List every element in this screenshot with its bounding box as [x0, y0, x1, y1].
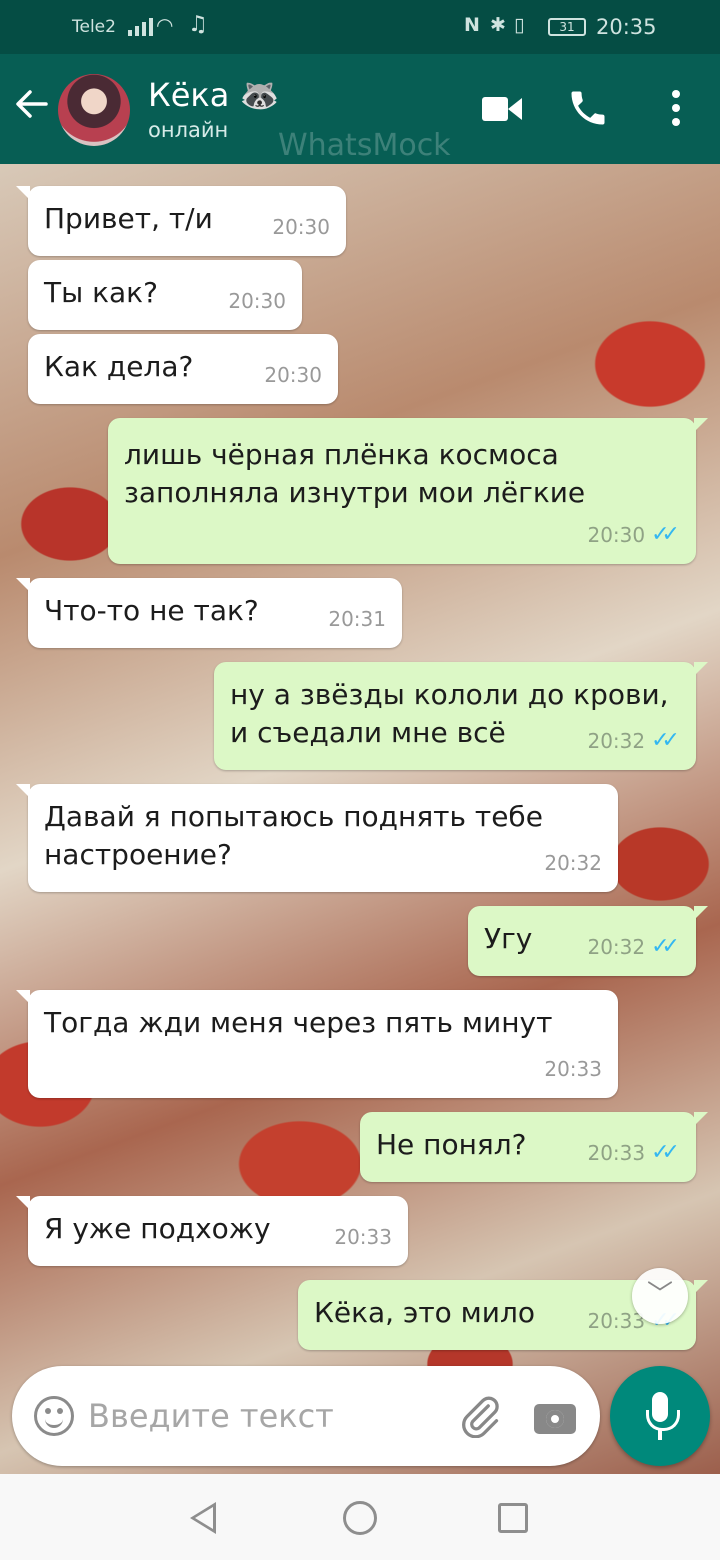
message-time: 20:33 [587, 1141, 646, 1165]
nav-home-icon[interactable] [343, 1501, 377, 1535]
chat-area[interactable]: Привет, т/и 20:30 Ты как? 20:30 Как дела… [0, 164, 720, 1474]
message-text: Ты как? [44, 276, 158, 309]
nav-recents-icon[interactable] [498, 1503, 528, 1533]
emoji-icon[interactable] [34, 1396, 74, 1436]
message-text: Кёка, это мило [314, 1296, 536, 1329]
message-time: 20:33 [544, 1057, 602, 1081]
more-options-icon[interactable] [670, 90, 682, 130]
contact-name[interactable]: Кёка 🦝 [148, 76, 279, 114]
vibrate-icon: ▯ [514, 14, 525, 36]
battery-icon: 31 [548, 18, 586, 36]
message-bubble-outgoing[interactable]: лишь чёрная плёнка космоса заполняла изн… [108, 418, 708, 564]
contact-status: онлайн [148, 118, 229, 142]
message-text: Угу [484, 922, 533, 955]
message-bubble-incoming[interactable]: Привет, т/и 20:30 [16, 186, 346, 256]
message-text: Как дела? [44, 350, 194, 383]
microphone-button[interactable] [610, 1366, 710, 1466]
message-bubble-outgoing[interactable]: Не понял? 20:33 ✓✓ [360, 1112, 708, 1182]
back-arrow-icon[interactable] [14, 86, 54, 130]
message-time: 20:32 [544, 851, 602, 875]
message-text: Привет, т/и [44, 202, 213, 235]
message-bubble-outgoing[interactable]: Угу 20:32 ✓✓ [468, 906, 708, 976]
message-bubble-outgoing[interactable]: ну а звёзды кололи до крови, и съедали м… [214, 662, 708, 770]
bluetooth-icon: ✱ [490, 14, 506, 36]
message-input[interactable] [88, 1390, 438, 1442]
message-composer [12, 1366, 600, 1466]
message-bubble-incoming[interactable]: Давай я попытаюсь поднять тебе настроени… [16, 784, 618, 892]
nav-back-icon[interactable] [190, 1502, 216, 1534]
read-receipt-icon: ✓✓ [651, 728, 680, 753]
message-text: лишь чёрная плёнка космоса заполняла изн… [124, 438, 586, 509]
system-navigation-bar [0, 1474, 720, 1560]
message-bubble-incoming[interactable]: Тогда жди меня через пять минут 20:33 [16, 990, 618, 1098]
signal-icon [128, 16, 153, 36]
message-bubble-incoming[interactable]: Ты как? 20:30 [28, 260, 302, 330]
message-bubble-incoming[interactable]: Я уже подхожу 20:33 [16, 1196, 408, 1266]
camera-icon[interactable] [534, 1396, 578, 1436]
status-time: 20:35 [596, 15, 657, 39]
message-time: 20:30 [228, 289, 286, 313]
message-bubble-incoming[interactable]: Как дела? 20:30 [28, 334, 338, 404]
read-receipt-icon: ✓✓ [651, 934, 680, 959]
chevron-down-icon: ﹀ [646, 1280, 673, 1310]
message-time: 20:32 [587, 935, 646, 959]
wifi-icon: ◠ [156, 13, 174, 37]
message-text: Тогда жди меня через пять минут [44, 1006, 553, 1039]
music-icon: ♫ [188, 12, 208, 37]
carrier-label: Tele2 [72, 17, 116, 37]
attachment-icon[interactable] [458, 1394, 502, 1439]
contact-avatar[interactable] [58, 74, 130, 146]
message-time: 20:31 [328, 607, 386, 631]
message-time: 20:30 [587, 523, 646, 547]
message-bubble-incoming[interactable]: Что-то не так? 20:31 [16, 578, 402, 648]
status-bar: Tele2 ◠ ♫ N ✱ ▯ 31 20:35 [0, 0, 720, 54]
message-time: 20:30 [264, 363, 322, 387]
message-text: Не понял? [376, 1128, 527, 1161]
message-time: 20:32 [587, 729, 646, 753]
message-time: 20:30 [272, 215, 330, 239]
read-receipt-icon: ✓✓ [651, 1140, 680, 1165]
watermark: WhatsMock [278, 128, 451, 163]
message-text: Давай я попытаюсь поднять тебе настроени… [44, 800, 543, 871]
video-call-icon[interactable] [482, 94, 522, 124]
message-time: 20:33 [334, 1225, 392, 1249]
message-text: Что-то не так? [44, 594, 259, 627]
message-text: Я уже подхожу [44, 1212, 271, 1245]
scroll-to-bottom-button[interactable]: ﹀ [632, 1268, 688, 1324]
phone-call-icon[interactable] [566, 86, 610, 130]
chat-header: Кёка 🦝 онлайн WhatsMock [0, 54, 720, 164]
read-receipt-icon: ✓✓ [651, 522, 680, 547]
nfc-icon: N [464, 14, 480, 36]
